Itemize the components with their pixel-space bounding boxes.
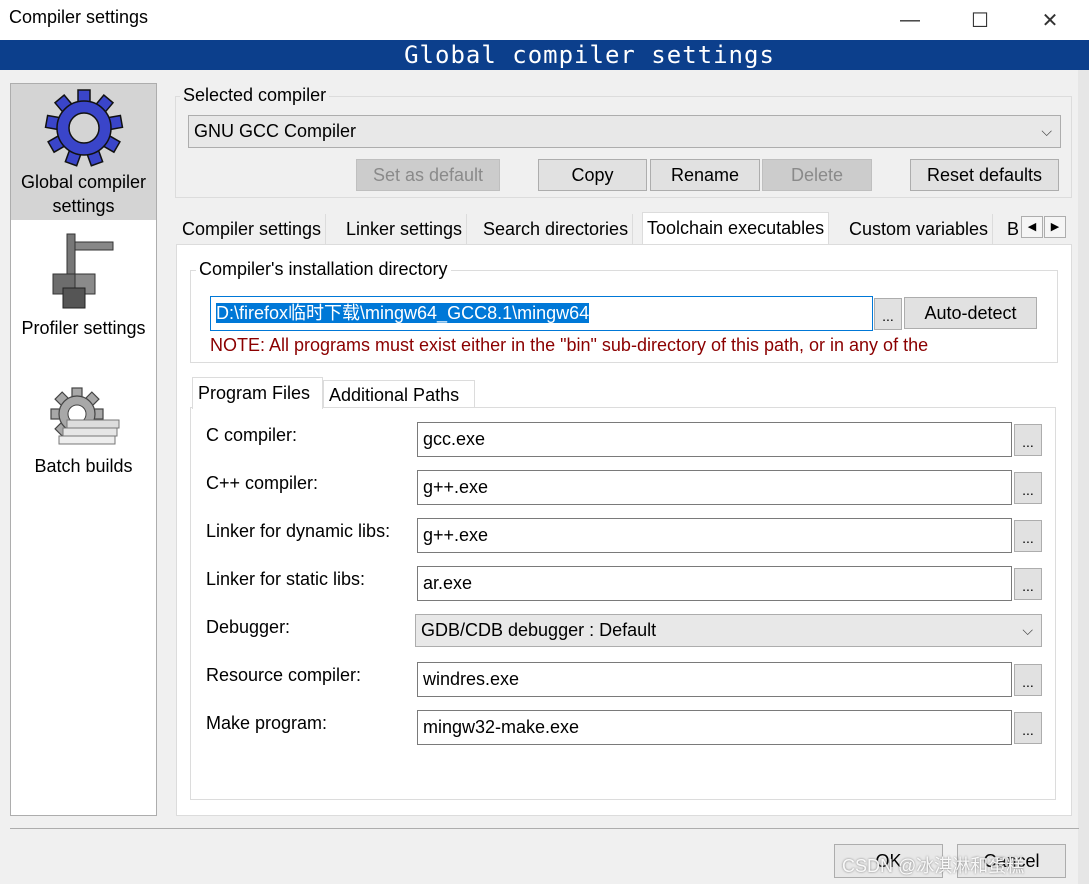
debugger-label: Debugger: xyxy=(206,617,291,637)
tab-scroll-right-icon[interactable]: ▶ xyxy=(1044,216,1066,238)
install-dir-note: NOTE: All programs must exist either in … xyxy=(210,335,929,355)
subtab-additional-paths[interactable]: Additional Paths xyxy=(323,380,475,408)
make-program-label: Make program: xyxy=(206,713,328,733)
subtab-program-files[interactable]: Program Files xyxy=(192,377,323,409)
dynamic-linker-input[interactable]: g++.exe xyxy=(417,518,1012,553)
static-linker-browse-button[interactable]: ... xyxy=(1014,568,1042,600)
gear-icon xyxy=(44,89,124,167)
browse-install-dir-button[interactable]: ... xyxy=(874,298,902,330)
nav-item-batch-builds[interactable]: Batch builds xyxy=(11,374,156,494)
reset-defaults-button[interactable]: Reset defaults xyxy=(910,159,1059,191)
csdn-watermark: CSDN @冰淇淋和蛋糕 xyxy=(842,856,1025,876)
dynamic-linker-label: Linker for dynamic libs: xyxy=(206,521,391,541)
nav-label: Profiler settings xyxy=(21,318,146,338)
copy-button[interactable]: Copy xyxy=(538,159,647,191)
tab-toolchain-executables[interactable]: Toolchain executables xyxy=(642,212,830,245)
close-button[interactable]: ✕ xyxy=(1020,0,1080,40)
nav-item-profiler[interactable]: Profiler settings xyxy=(11,224,156,344)
page-banner: Global compiler settings xyxy=(0,40,1089,70)
compiler-select[interactable]: GNU GCC Compiler ⌵ xyxy=(188,115,1061,148)
title-bar: Compiler settings — ☐ ✕ xyxy=(0,0,1089,40)
tab-linker-settings[interactable]: Linker settings xyxy=(342,214,468,244)
profiler-icon xyxy=(52,233,114,309)
resource-compiler-input[interactable]: windres.exe xyxy=(417,662,1012,697)
debugger-select-value: GDB/CDB debugger : Default xyxy=(421,620,657,640)
resource-compiler-browse-button[interactable]: ... xyxy=(1014,664,1042,696)
set-as-default-button[interactable]: Set as default xyxy=(356,159,500,191)
maximize-button[interactable]: ☐ xyxy=(950,0,1010,40)
chevron-down-icon: ⌵ xyxy=(1041,123,1052,139)
make-program-input[interactable]: mingw32-make.exe xyxy=(417,710,1012,745)
window-title: Compiler settings xyxy=(9,7,149,27)
tab-compiler-settings[interactable]: Compiler settings xyxy=(178,214,327,244)
static-linker-label: Linker for static libs: xyxy=(206,569,366,589)
make-program-browse-button[interactable]: ... xyxy=(1014,712,1042,744)
rename-button[interactable]: Rename xyxy=(650,159,760,191)
cpp-compiler-input[interactable]: g++.exe xyxy=(417,470,1012,505)
nav-label: Global compiler settings xyxy=(20,172,147,216)
dynamic-linker-browse-button[interactable]: ... xyxy=(1014,520,1042,552)
delete-button[interactable]: Delete xyxy=(762,159,872,191)
install-dir-input[interactable]: D:\firefox临时下载\mingw64_GCC8.1\mingw64 xyxy=(210,296,873,331)
selected-compiler-label: Selected compiler xyxy=(180,85,330,106)
nav-label: Batch builds xyxy=(34,456,133,476)
cpp-compiler-browse-button[interactable]: ... xyxy=(1014,472,1042,504)
tab-custom-variables[interactable]: Custom variables xyxy=(845,214,994,244)
c-compiler-label: C compiler: xyxy=(206,425,298,445)
chevron-down-icon: ⌵ xyxy=(1022,622,1033,638)
cpp-compiler-label: C++ compiler: xyxy=(206,473,319,493)
compiler-select-value: GNU GCC Compiler xyxy=(194,121,357,141)
debugger-select[interactable]: GDB/CDB debugger : Default ⌵ xyxy=(415,614,1042,647)
settings-category-list[interactable]: Global compiler settings Profiler settin… xyxy=(10,83,157,816)
install-dir-label: Compiler's installation directory xyxy=(196,259,451,280)
static-linker-input[interactable]: ar.exe xyxy=(417,566,1012,601)
install-dir-value: D:\firefox临时下载\mingw64_GCC8.1\mingw64 xyxy=(216,303,590,323)
tab-search-directories[interactable]: Search directories xyxy=(479,214,634,244)
batch-gear-icon xyxy=(50,387,120,445)
nav-item-global-compiler[interactable]: Global compiler settings xyxy=(11,84,156,220)
tab-build-options-truncated[interactable]: B xyxy=(1003,214,1023,244)
tab-scroll-left-icon[interactable]: ◀ xyxy=(1021,216,1043,238)
c-compiler-input[interactable]: gcc.exe xyxy=(417,422,1012,457)
auto-detect-button[interactable]: Auto-detect xyxy=(904,297,1037,329)
footer-separator xyxy=(10,828,1079,829)
c-compiler-browse-button[interactable]: ... xyxy=(1014,424,1042,456)
resource-compiler-label: Resource compiler: xyxy=(206,665,362,685)
edge-scrollbar xyxy=(1078,70,1089,884)
minimize-button[interactable]: — xyxy=(880,0,940,40)
